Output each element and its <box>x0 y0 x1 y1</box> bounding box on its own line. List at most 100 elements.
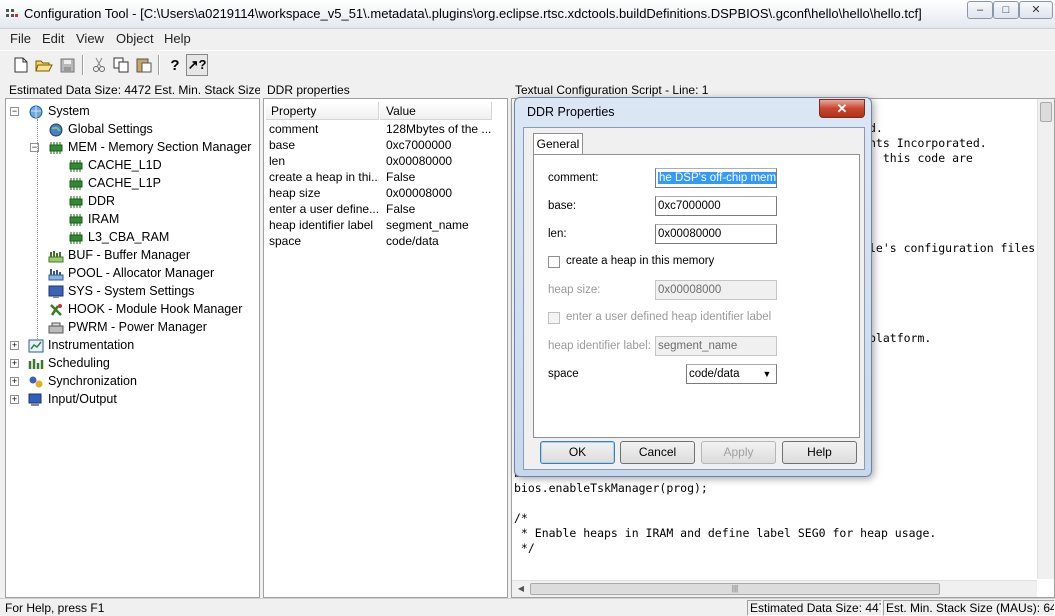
vertical-scrollbar[interactable] <box>1037 99 1054 579</box>
tree-item-label: L3_CBA_RAM <box>88 230 170 244</box>
tree-item[interactable]: CACHE_L1P <box>68 174 161 192</box>
maximize-button[interactable]: □ <box>993 1 1019 19</box>
space-label: space <box>548 368 579 380</box>
tree-item[interactable]: CACHE_L1D <box>68 156 162 174</box>
heap-size-field[interactable]: 0x00008000 <box>655 280 777 300</box>
tree-item[interactable]: MEM - Memory Section Manager <box>48 138 251 156</box>
scrollbar-thumb[interactable]: ||| <box>530 583 940 595</box>
menu-help[interactable]: Help <box>164 31 191 46</box>
tree-item-label: Scheduling <box>48 356 110 370</box>
tree-item[interactable]: BUF - Buffer Manager <box>48 246 190 264</box>
tree-item[interactable]: Synchronization <box>28 372 137 390</box>
paste-icon[interactable] <box>133 54 155 76</box>
user-label-checkbox[interactable] <box>548 312 560 324</box>
scroll-left-icon[interactable]: ◀ <box>514 584 528 595</box>
tree-item-label: Input/Output <box>48 392 117 406</box>
horizontal-scrollbar[interactable]: ◀ ||| <box>512 580 1037 597</box>
tree-item-label: MEM - Memory Section Manager <box>68 140 252 154</box>
menu-view[interactable]: View <box>76 31 104 46</box>
property-grid: Property Value comment 128Mbytes of the .… <box>263 98 508 598</box>
property-value[interactable]: segment_name <box>386 217 494 233</box>
cut-icon[interactable] <box>88 54 110 76</box>
tree-item-label: SYS - System Settings <box>68 284 195 298</box>
dialog-body: General comment: he DSP's off-chip memor… <box>523 127 865 470</box>
property-value[interactable]: 0xc7000000 <box>386 137 494 153</box>
scrollbar-thumb[interactable] <box>1040 102 1052 122</box>
property-value[interactable]: 128Mbytes of the ... <box>386 121 494 137</box>
status-stack-size: Est. Min. Stack Size (MAUs): 640 <box>883 600 1055 616</box>
property-name[interactable]: comment <box>269 121 379 137</box>
status-bar: For Help, press F1 Estimated Data Size: … <box>0 598 1055 616</box>
collapse-icon[interactable]: − <box>10 107 19 116</box>
property-name[interactable]: base <box>269 137 379 153</box>
property-name[interactable]: heap size <box>269 185 379 201</box>
power-icon <box>48 321 64 335</box>
property-name[interactable]: len <box>269 153 379 169</box>
tree-item[interactable]: Instrumentation <box>28 336 134 354</box>
column-header-property[interactable]: Property <box>266 102 379 120</box>
open-icon[interactable] <box>33 54 55 76</box>
memory-chip-icon <box>68 231 84 245</box>
menu-object[interactable]: Object <box>116 31 154 46</box>
copy-icon[interactable] <box>110 54 132 76</box>
apply-button[interactable]: Apply <box>701 441 776 464</box>
close-window-button[interactable]: ✕ <box>1019 1 1053 19</box>
tree-item-label: Instrumentation <box>48 338 135 352</box>
tab-general[interactable]: General <box>533 133 583 155</box>
app-icon[interactable] <box>4 6 20 22</box>
property-value[interactable]: 0x00080000 <box>386 153 494 169</box>
property-name[interactable]: heap identifier label <box>269 217 379 233</box>
property-name[interactable]: create a heap in thi... <box>269 169 379 185</box>
cancel-button[interactable]: Cancel <box>620 441 695 464</box>
tree-item[interactable]: Global Settings <box>48 120 153 138</box>
comment-field[interactable]: he DSP's off-chip memory <box>655 168 777 188</box>
expand-icon[interactable]: + <box>10 341 19 350</box>
property-value[interactable]: 0x00008000 <box>386 185 494 201</box>
property-name[interactable]: space <box>269 233 379 249</box>
tree-item[interactable]: HOOK - Module Hook Manager <box>48 300 242 318</box>
tree-item[interactable]: SYS - System Settings <box>48 282 194 300</box>
ok-button[interactable]: OK <box>540 441 615 464</box>
help-icon[interactable]: ? <box>164 54 186 76</box>
chevron-down-icon[interactable]: ▼ <box>760 366 774 382</box>
property-value[interactable]: False <box>386 201 494 217</box>
property-value[interactable]: False <box>386 169 494 185</box>
space-select[interactable]: code/data ▼ <box>686 364 777 384</box>
tree-item[interactable]: IRAM <box>68 210 119 228</box>
dialog-close-button[interactable]: ✕ <box>819 99 865 118</box>
create-heap-checkbox[interactable] <box>548 256 560 268</box>
expand-icon[interactable]: + <box>10 395 19 404</box>
system-tree[interactable]: − System Global Settings − MEM - Memory Sect… <box>5 98 260 598</box>
tree-item[interactable]: POOL - Allocator Manager <box>48 264 214 282</box>
tree-item-label: IRAM <box>88 212 120 226</box>
user-label-label: enter a user defined heap identifier lab… <box>566 311 772 323</box>
menu-bar: File Edit View Object Help <box>0 29 1055 49</box>
tree-item-label: Global Settings <box>68 122 153 136</box>
minimize-button[interactable]: – <box>967 1 993 19</box>
save-icon[interactable] <box>56 54 78 76</box>
tree-item[interactable]: PWRM - Power Manager <box>48 318 207 336</box>
tree-item-label: Synchronization <box>48 374 137 388</box>
tree-item[interactable]: System <box>28 102 90 120</box>
help-button[interactable]: Help <box>782 441 857 464</box>
sys-monitor-icon <box>48 285 64 299</box>
len-field[interactable]: 0x00080000 <box>655 224 777 244</box>
expand-icon[interactable]: + <box>10 377 19 386</box>
tree-item[interactable]: Scheduling <box>28 354 110 372</box>
tree-item[interactable]: Input/Output <box>28 390 117 408</box>
column-header-value[interactable]: Value <box>380 102 492 120</box>
new-icon[interactable] <box>10 54 32 76</box>
menu-file[interactable]: File <box>10 31 31 46</box>
property-value[interactable]: code/data <box>386 233 494 249</box>
menu-edit[interactable]: Edit <box>42 31 64 46</box>
expand-icon[interactable]: + <box>10 359 19 368</box>
tree-item[interactable]: DDR <box>68 192 115 210</box>
context-help-icon[interactable]: ↗? <box>186 54 208 76</box>
base-field[interactable]: 0xc7000000 <box>655 196 777 216</box>
heap-id-field[interactable]: segment_name <box>655 336 777 356</box>
memory-chip-icon <box>48 141 64 155</box>
property-name[interactable]: enter a user define... <box>269 201 379 217</box>
comment-label: comment: <box>548 172 599 184</box>
tree-item[interactable]: L3_CBA_RAM <box>68 228 169 246</box>
status-help-text: For Help, press F1 <box>5 601 105 615</box>
